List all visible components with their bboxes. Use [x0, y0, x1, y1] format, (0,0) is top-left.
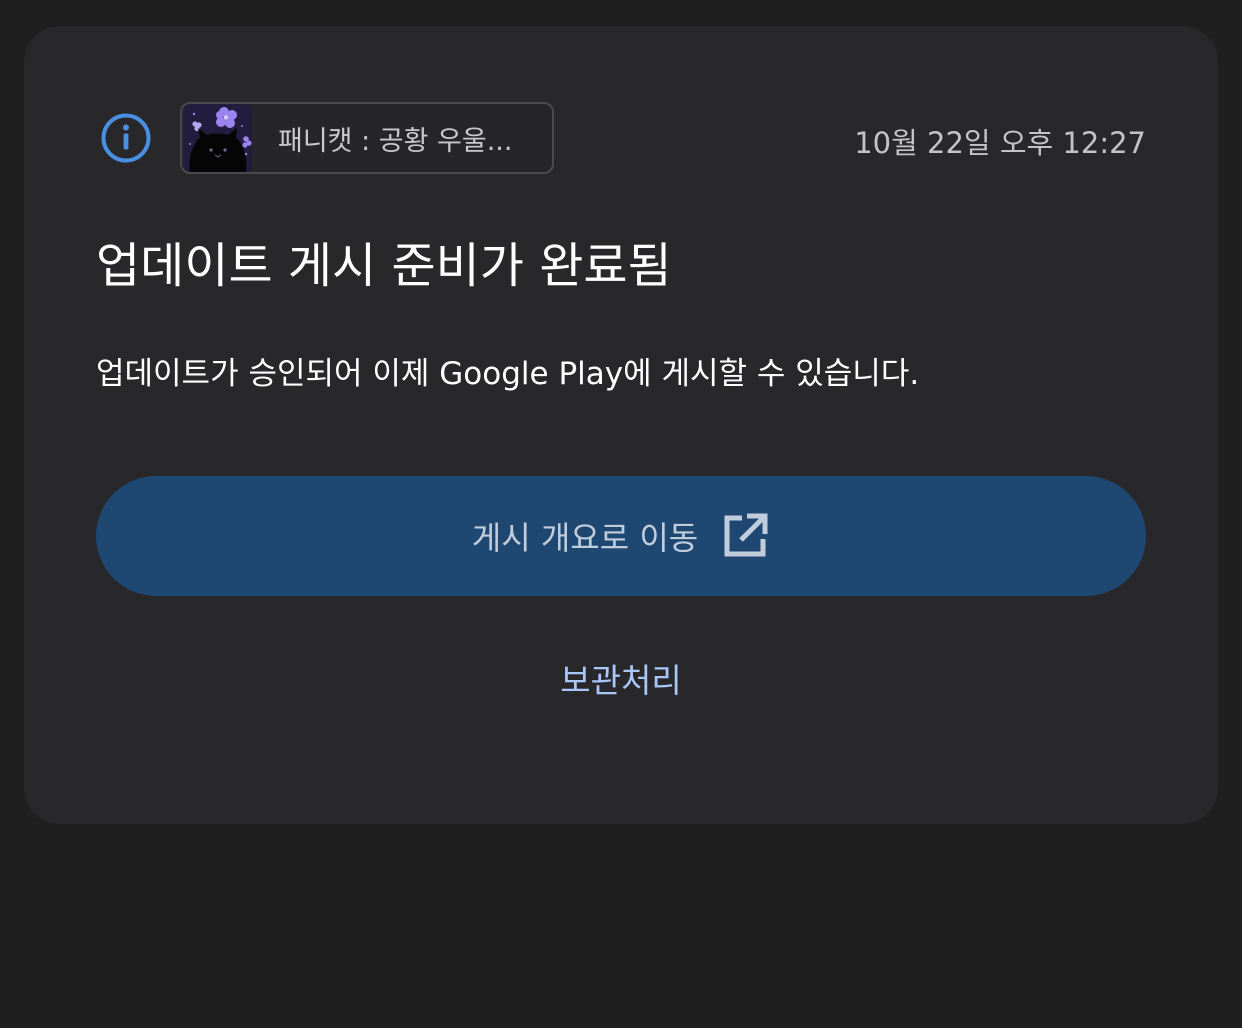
open-in-new-icon — [724, 513, 768, 557]
notification-timestamp: 10월 22일 오후 12:27 — [854, 126, 1146, 160]
go-to-publishing-overview-button[interactable]: 게시 개요로 이동 — [96, 476, 1146, 596]
app-name: 패니캣 : 공황 우울... — [278, 125, 513, 157]
notification-title: 업데이트 게시 준비가 완료됨 — [96, 238, 672, 294]
primary-button-label: 게시 개요로 이동 — [471, 519, 699, 557]
app-thumbnail-cat-icon — [184, 104, 252, 172]
notification-card: 패니캣 : 공황 우울... 10월 22일 오후 12:27 업데이트 게시 … — [24, 26, 1218, 824]
notification-body: 업데이트가 승인되어 이제 Google Play에 게시할 수 있습니다. — [96, 356, 920, 392]
notification-header: 패니캣 : 공황 우울... 10월 22일 오후 12:27 — [100, 102, 1146, 178]
info-icon — [101, 113, 151, 163]
app-chip[interactable]: 패니캣 : 공황 우울... — [180, 102, 554, 174]
archive-button[interactable]: 보관처리 — [24, 654, 1218, 702]
